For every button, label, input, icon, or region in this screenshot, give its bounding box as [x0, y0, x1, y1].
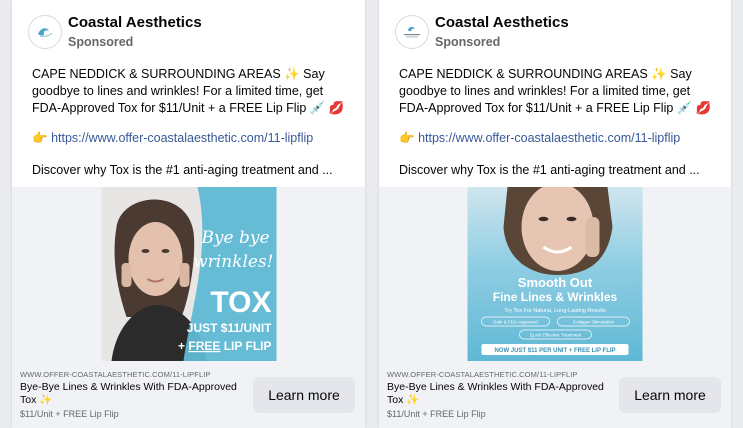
creative-plus: +: [178, 339, 188, 353]
brand-name[interactable]: Coastal Aesthetics: [435, 14, 569, 31]
footer-description: $11/Unit + FREE Lip Flip: [387, 409, 486, 419]
ad-creative-image[interactable]: Bye bye wrinkles! TOX JUST $11/UNIT + FR…: [101, 187, 276, 361]
sponsored-label: Sponsored: [435, 35, 501, 49]
footer-description: $11/Unit + FREE Lip Flip: [20, 409, 119, 419]
wave-logo-icon: [35, 22, 55, 42]
ad-link-line: 👉 https://www.offer-coastalaesthetic.com…: [399, 130, 680, 146]
footer-domain: WWW.OFFER-COASTALAESTHETIC.COM/11-LIPFLI…: [20, 370, 211, 379]
ad-link-line: 👉 https://www.offer-coastalaesthetic.com…: [32, 130, 313, 146]
ad-link[interactable]: https://www.offer-coastalaesthetic.com/1…: [418, 131, 680, 145]
pointing-hand-icon: 👉: [399, 130, 415, 145]
learn-more-button[interactable]: Learn more: [253, 377, 355, 413]
creative-pill-2: Collagen Stimulation: [573, 320, 615, 325]
creative-line2: wrinkles!: [193, 252, 273, 272]
creative-price: JUST $11/UNIT: [186, 321, 271, 335]
creative-line1: Bye bye: [200, 228, 269, 248]
creative-price-bar: NOW JUST $11 PER UNIT + FREE LIP FLIP: [494, 348, 615, 354]
ad-card-1: Coastal Aesthetics Sponsored CAPE NEDDIC…: [12, 0, 365, 428]
brand-logo[interactable]: [395, 15, 429, 49]
creative-free: FREE: [188, 339, 220, 353]
creative-tox: TOX: [210, 286, 271, 319]
ad-body-text: CAPE NEDDICK & SURROUNDING AREAS ✨ Say g…: [32, 66, 351, 117]
creative-subline: Try Tox For Natural, Long-Lasting Result…: [504, 308, 606, 314]
sponsored-label: Sponsored: [68, 35, 134, 49]
ad-link[interactable]: https://www.offer-coastalaesthetic.com/1…: [51, 131, 313, 145]
footer-domain: WWW.OFFER-COASTALAESTHETIC.COM/11-LIPFLI…: [387, 370, 578, 379]
ad-media[interactable]: Bye bye wrinkles! TOX JUST $11/UNIT + FR…: [12, 187, 365, 361]
footer-title[interactable]: Bye-Bye Lines & Wrinkles With FDA-Approv…: [387, 381, 617, 407]
creative-pill-3: Quick Effective Treatment: [530, 333, 582, 338]
brand-logo[interactable]: [28, 15, 62, 49]
brand-name[interactable]: Coastal Aesthetics: [68, 14, 202, 31]
pointing-hand-icon: 👉: [32, 130, 48, 145]
ad-creative-image[interactable]: Smooth Out Fine Lines & Wrinkles Try Tox…: [467, 187, 643, 361]
ad-card-2: Coastal Aesthetics Sponsored CAPE NEDDIC…: [379, 0, 731, 428]
ad-discover-text[interactable]: Discover why Tox is the #1 anti-aging tr…: [32, 163, 333, 177]
ad-footer[interactable]: WWW.OFFER-COASTALAESTHETIC.COM/11-LIPFLI…: [12, 361, 365, 428]
ad-body-paragraph: CAPE NEDDICK & SURROUNDING AREAS ✨ Say g…: [32, 67, 345, 115]
ad-footer[interactable]: WWW.OFFER-COASTALAESTHETIC.COM/11-LIPFLI…: [379, 361, 731, 428]
ad-body-paragraph: CAPE NEDDICK & SURROUNDING AREAS ✨ Say g…: [399, 67, 712, 115]
learn-more-button[interactable]: Learn more: [619, 377, 721, 413]
creative-pill-1: Safe & FDA-Approved: [493, 320, 538, 325]
creative-headline1: Smooth Out: [518, 275, 593, 290]
ad-media[interactable]: Smooth Out Fine Lines & Wrinkles Try Tox…: [379, 187, 731, 361]
ad-header: Coastal Aesthetics Sponsored: [28, 14, 355, 50]
creative-lip: LIP FLIP: [220, 339, 271, 353]
ad-body-text: CAPE NEDDICK & SURROUNDING AREAS ✨ Say g…: [399, 66, 717, 117]
creative-headline2: Fine Lines & Wrinkles: [493, 290, 618, 304]
ad-header: Coastal Aesthetics Sponsored: [395, 14, 721, 50]
creative-lip-flip: + FREE LIP FLIP: [178, 339, 271, 353]
footer-title[interactable]: Bye-Bye Lines & Wrinkles With FDA-Approv…: [20, 381, 250, 407]
ad-discover-text[interactable]: Discover why Tox is the #1 anti-aging tr…: [399, 163, 700, 177]
wave-logo-icon: [404, 26, 420, 38]
